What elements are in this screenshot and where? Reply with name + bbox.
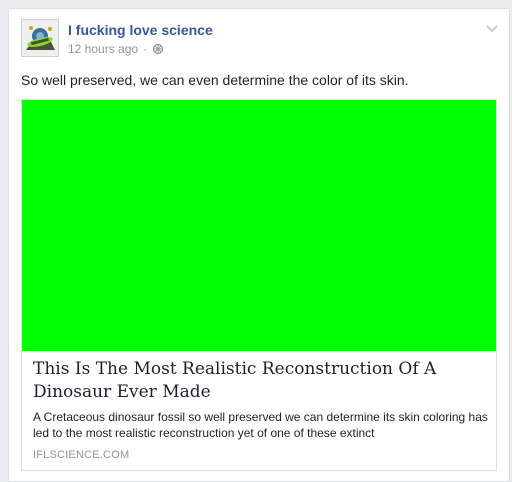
link-title[interactable]: This Is The Most Realistic Reconstructio…: [33, 358, 493, 404]
post-meta: 12 hours ago ·: [68, 42, 164, 56]
post-text: So well preserved, we can even determine…: [21, 72, 409, 88]
page-name-link[interactable]: I fucking love science: [68, 22, 213, 38]
post-menu-button[interactable]: [485, 21, 499, 33]
link-domain: IFLSCIENCE.COM: [33, 449, 130, 461]
page-avatar[interactable]: [21, 19, 59, 57]
post-card: I fucking love science 12 hours ago · So…: [8, 8, 510, 482]
link-preview-card[interactable]: This Is The Most Realistic Reconstructio…: [21, 99, 497, 471]
public-globe-icon[interactable]: [152, 43, 164, 55]
post-timestamp[interactable]: 12 hours ago: [68, 42, 138, 56]
meta-separator: ·: [143, 42, 148, 56]
link-preview-image[interactable]: [22, 100, 496, 351]
chevron-down-icon: [486, 25, 498, 33]
ifls-logo-icon: [22, 20, 58, 56]
link-description: A Cretaceous dinosaur fossil so well pre…: [33, 410, 488, 440]
